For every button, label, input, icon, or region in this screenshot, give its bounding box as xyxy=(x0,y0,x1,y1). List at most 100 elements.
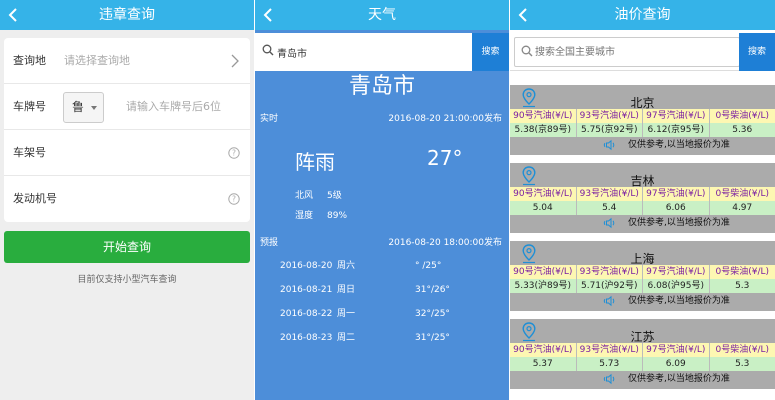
fuel-header: 97号汽油(¥/L) xyxy=(643,343,710,357)
fuel-header: 90号汽油(¥/L) xyxy=(510,187,577,201)
disclaimer-text: 仅供参考,以当地报价为准 xyxy=(628,140,730,150)
help-icon[interactable]: ? xyxy=(228,193,240,205)
forecast-temp: ° /25° xyxy=(415,261,442,271)
support-note: 目前仅支持小型汽车查询 xyxy=(77,275,177,285)
forecast-weekday: 周日 xyxy=(337,285,356,295)
current-temperature: 27° xyxy=(427,146,463,170)
page-title: 违章查询 xyxy=(99,7,155,23)
humidity-value: 89% xyxy=(327,211,348,221)
forecast-list: 2016-08-20 周六 ° /25° 2016-08-21 周日 31°/2… xyxy=(255,254,509,350)
field-label: 发动机号 xyxy=(13,192,57,205)
forecast-weekday: 周二 xyxy=(337,333,356,343)
price-value: 5.38(京89号) xyxy=(510,123,577,137)
forecast-date: 2016-08-20 xyxy=(280,261,333,271)
forecast-row: 2016-08-22 周一 32°/25° xyxy=(255,302,509,326)
fuel-header: 90号汽油(¥/L) xyxy=(510,265,577,279)
weather-condition: 阵雨 xyxy=(295,150,335,174)
forecast-row: 2016-08-23 周二 31°/25° xyxy=(255,326,509,350)
search-icon xyxy=(521,45,533,57)
help-icon[interactable]: ? xyxy=(228,147,240,159)
title-bar: 油价查询 xyxy=(510,0,775,30)
forecast-temp: 31°/26° xyxy=(415,285,450,295)
price-table: 90号汽油(¥/L) 93号汽油(¥/L) 97号汽油(¥/L) 0号柴油(¥/… xyxy=(510,265,775,293)
forecast-time: 2016-08-20 18:00:00发布 xyxy=(388,238,502,248)
card-footer: 仅供参考,以当地报价为准 xyxy=(510,294,775,308)
city-search-input[interactable] xyxy=(535,38,725,66)
price-value: 4.97 xyxy=(709,201,775,215)
city-price-card[interactable]: 上海 90号汽油(¥/L) 93号汽油(¥/L) 97号汽油(¥/L) 0号柴油… xyxy=(510,241,775,311)
humidity-label: 湿度 xyxy=(295,211,314,221)
field-label: 车牌号 xyxy=(13,100,46,113)
price-table: 90号汽油(¥/L) 93号汽油(¥/L) 97号汽油(¥/L) 0号柴油(¥/… xyxy=(510,109,775,137)
field-label: 车架号 xyxy=(13,146,46,159)
page-title: 油价查询 xyxy=(614,7,671,23)
city-price-card[interactable]: 北京 90号汽油(¥/L) 93号汽油(¥/L) 97号汽油(¥/L) 0号柴油… xyxy=(510,85,775,155)
province-value: 鲁 xyxy=(72,100,85,114)
title-bar: 天气 xyxy=(255,0,509,30)
card-footer: 仅供参考,以当地报价为准 xyxy=(510,138,775,152)
price-table: 90号汽油(¥/L) 93号汽油(¥/L) 97号汽油(¥/L) 0号柴油(¥/… xyxy=(510,187,775,215)
search-button[interactable]: 搜索 xyxy=(739,33,775,71)
weather-screen: 天气 搜索 青岛市 实时 2016-08-20 21:00:00发布 阵雨 27… xyxy=(255,0,509,400)
fuel-header: 0号柴油(¥/L) xyxy=(709,343,775,357)
price-value: 6.08(沪95号) xyxy=(643,279,710,293)
price-value: 5.3 xyxy=(709,357,775,371)
current-weather: 阵雨 27° xyxy=(255,140,509,186)
price-value: 5.3 xyxy=(709,279,775,293)
plate-input[interactable]: 请输入车牌号后6位 xyxy=(126,84,221,130)
realtime-label: 实时 xyxy=(260,114,279,124)
svg-text:?: ? xyxy=(232,195,236,204)
price-value: 5.33(沪89号) xyxy=(510,279,577,293)
price-value: 6.06 xyxy=(643,201,710,215)
humidity-info: 湿度 89% xyxy=(255,206,509,226)
city-price-card[interactable]: 吉林 90号汽油(¥/L) 93号汽油(¥/L) 97号汽油(¥/L) 0号柴油… xyxy=(510,163,775,233)
card-footer: 仅供参考,以当地报价为准 xyxy=(510,216,775,230)
speaker-icon xyxy=(603,373,615,385)
price-value: 5.04 xyxy=(510,201,577,215)
svg-text:?: ? xyxy=(232,149,236,158)
search-icon xyxy=(262,44,274,56)
forecast-weekday: 周一 xyxy=(337,309,356,319)
vin-row[interactable]: 车架号 ? xyxy=(4,130,250,176)
field-label: 查询地 xyxy=(13,54,46,67)
forecast-temp: 32°/25° xyxy=(415,309,450,319)
price-value: 5.4 xyxy=(576,201,643,215)
province-select[interactable]: 鲁 xyxy=(63,92,104,123)
price-table: 90号汽油(¥/L) 93号汽油(¥/L) 97号汽油(¥/L) 0号柴油(¥/… xyxy=(510,343,775,371)
forecast-row: 2016-08-20 周六 ° /25° xyxy=(255,254,509,278)
disclaimer-text: 仅供参考,以当地报价为准 xyxy=(628,218,730,228)
price-value-row: 5.38(京89号) 5.75(京92号) 6.12(京95号) 5.36 xyxy=(510,123,775,137)
price-header-row: 90号汽油(¥/L) 93号汽油(¥/L) 97号汽油(¥/L) 0号柴油(¥/… xyxy=(510,109,775,123)
price-header-row: 90号汽油(¥/L) 93号汽油(¥/L) 97号汽油(¥/L) 0号柴油(¥/… xyxy=(510,343,775,357)
price-value-row: 5.33(沪89号) 5.71(沪92号) 6.08(沪95号) 5.3 xyxy=(510,279,775,293)
search-button[interactable]: 搜索 xyxy=(472,33,509,71)
price-header-row: 90号汽油(¥/L) 93号汽油(¥/L) 97号汽油(¥/L) 0号柴油(¥/… xyxy=(510,187,775,201)
violation-query-screen: 违章查询 查询地 请选择查询地 车牌号 鲁 请输入车牌号后6位 车架号 ? 发动… xyxy=(0,0,254,400)
disclaimer-text: 仅供参考,以当地报价为准 xyxy=(628,296,730,306)
start-query-button[interactable]: 开始查询 xyxy=(4,231,250,263)
fuel-header: 0号柴油(¥/L) xyxy=(709,265,775,279)
price-value: 5.37 xyxy=(510,357,577,371)
fuel-header: 0号柴油(¥/L) xyxy=(709,109,775,123)
price-header-row: 90号汽油(¥/L) 93号汽油(¥/L) 97号汽油(¥/L) 0号柴油(¥/… xyxy=(510,265,775,279)
price-value: 5.36 xyxy=(709,123,775,137)
city-search-bar: 搜索 xyxy=(510,33,775,71)
engine-number-row[interactable]: 发动机号 ? xyxy=(4,176,250,222)
fuel-header: 97号汽油(¥/L) xyxy=(643,187,710,201)
price-value-row: 5.37 5.73 6.09 5.3 xyxy=(510,357,775,371)
wind-value: 5级 xyxy=(327,191,342,201)
fuel-header: 93号汽油(¥/L) xyxy=(576,109,643,123)
card-footer: 仅供参考,以当地报价为准 xyxy=(510,372,775,386)
city-price-card[interactable]: 江苏 90号汽油(¥/L) 93号汽油(¥/L) 97号汽油(¥/L) 0号柴油… xyxy=(510,319,775,389)
query-location-row[interactable]: 查询地 请选择查询地 xyxy=(4,38,250,84)
fuel-header: 90号汽油(¥/L) xyxy=(510,109,577,123)
forecast-date: 2016-08-23 xyxy=(280,333,333,343)
speaker-icon xyxy=(603,217,615,229)
city-search-input[interactable] xyxy=(277,37,467,67)
dropdown-icon xyxy=(91,106,97,110)
fuel-header: 93号汽油(¥/L) xyxy=(576,343,643,357)
fuel-header: 97号汽油(¥/L) xyxy=(643,109,710,123)
speaker-icon xyxy=(603,139,615,151)
fuel-header: 97号汽油(¥/L) xyxy=(643,265,710,279)
realtime-time: 2016-08-20 21:00:00发布 xyxy=(388,114,502,124)
